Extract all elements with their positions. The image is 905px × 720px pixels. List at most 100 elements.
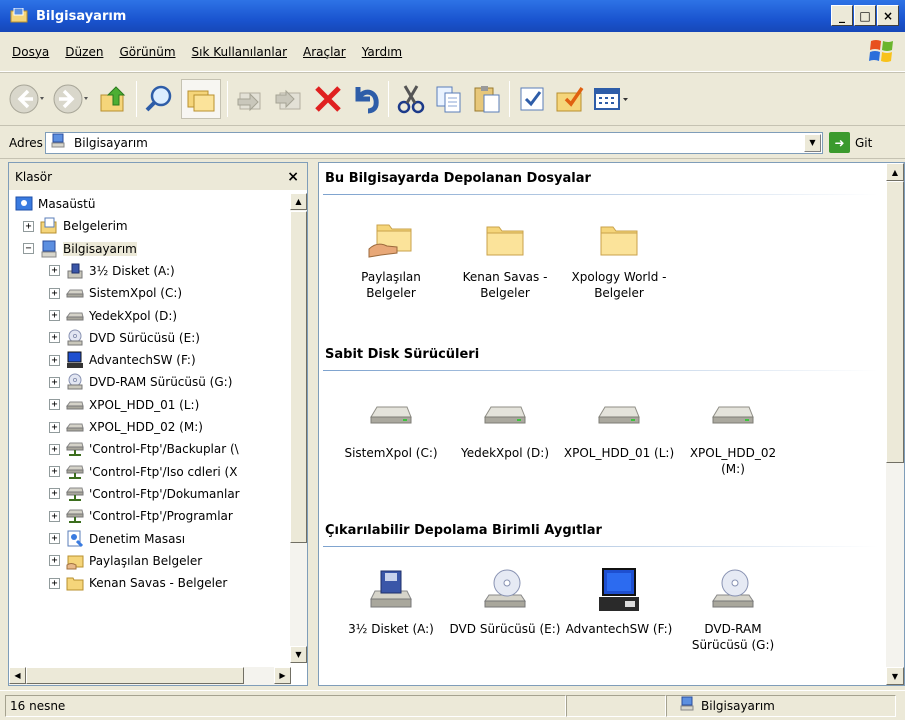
forward-button[interactable] [52, 79, 92, 119]
network-drive-icon [66, 463, 84, 481]
scroll-up-icon[interactable]: ▲ [290, 193, 307, 210]
maximize-button[interactable]: □ [854, 5, 876, 26]
cut-button[interactable] [395, 79, 427, 119]
tree-item-label: Bilgisayarım [63, 241, 137, 256]
content-item-label: DVD-RAM Sürücüsü (G:) [691, 622, 775, 652]
views-button[interactable] [592, 79, 632, 119]
expand-icon[interactable]: + [49, 332, 60, 344]
expand-icon[interactable]: + [49, 310, 60, 321]
expand-icon[interactable]: + [49, 287, 60, 299]
copy-to-button[interactable] [272, 79, 304, 119]
folder-options-button[interactable] [554, 79, 586, 119]
expand-icon[interactable]: + [23, 220, 34, 232]
delete-button[interactable] [312, 79, 344, 119]
menu-favorites[interactable]: Sık Kullanılanlar [184, 45, 295, 59]
undo-button[interactable] [350, 79, 382, 119]
scroll-left-icon[interactable]: ◀ [9, 667, 26, 684]
content-item[interactable]: DVD Sürücüsü (E:) [449, 567, 561, 637]
expand-icon[interactable]: + [49, 466, 60, 478]
collapse-icon[interactable]: − [23, 243, 34, 255]
content-item-label: Paylaşılan Belgeler [361, 270, 421, 300]
my-computer-icon [679, 696, 695, 715]
tree-item[interactable]: Masaüstü [15, 193, 95, 215]
tree-item[interactable]: + 'Control-Ftp'/Dokumanlar [49, 483, 240, 505]
paste-button[interactable] [471, 79, 503, 119]
content-item[interactable]: Kenan Savas - Belgeler [449, 215, 561, 301]
content-item[interactable]: 3½ Disket (A:) [335, 567, 447, 637]
tree-item[interactable]: + 'Control-Ftp'/Iso cdleri (X [49, 461, 237, 483]
tree-item[interactable]: + DVD Sürücüsü (E:) [49, 327, 200, 349]
forward-arrow-icon [52, 81, 92, 117]
expand-icon[interactable]: + [49, 488, 60, 500]
folder-tree-hscrollbar[interactable]: ◀ ▶ [9, 667, 291, 685]
scroll-right-icon[interactable]: ▶ [274, 667, 291, 684]
expand-icon[interactable]: + [49, 265, 60, 277]
menu-tools[interactable]: Araçlar [295, 45, 354, 59]
tree-item[interactable]: + Paylaşılan Belgeler [49, 550, 202, 572]
content-item[interactable]: Xpology World - Belgeler [563, 215, 675, 301]
tree-item[interactable]: + 'Control-Ftp'/Backuplar (\ [49, 438, 239, 460]
content-item[interactable]: SistemXpol (C:) [335, 391, 447, 461]
copy-button[interactable] [433, 79, 465, 119]
close-button[interactable]: × [877, 5, 899, 26]
content-item[interactable]: XPOL_HDD_02 (M:) [677, 391, 789, 477]
tree-item[interactable]: − Bilgisayarım [23, 238, 137, 260]
content-item[interactable]: XPOL_HDD_01 (L:) [563, 391, 675, 461]
folders-button[interactable] [181, 79, 221, 119]
address-input[interactable]: Bilgisayarım ▼ [45, 131, 823, 154]
status-location: Bilgisayarım [666, 694, 896, 717]
properties-button[interactable] [516, 79, 548, 119]
expand-icon[interactable]: + [49, 443, 60, 455]
tree-item[interactable]: + Belgelerim [23, 215, 128, 237]
expand-icon[interactable]: + [49, 533, 60, 544]
scroll-up-icon[interactable]: ▲ [886, 163, 904, 181]
search-button[interactable] [143, 79, 175, 119]
tree-item[interactable]: + DVD-RAM Sürücüsü (G:) [49, 371, 232, 393]
menu-help[interactable]: Yardım [354, 45, 410, 59]
toolbar-separator [509, 81, 510, 117]
scroll-down-icon[interactable]: ▼ [886, 667, 904, 685]
title-bar[interactable]: Bilgisayarım _ □ × [0, 0, 905, 32]
go-button[interactable]: ➜ Git [829, 132, 872, 153]
scroll-down-icon[interactable]: ▼ [290, 646, 307, 663]
tree-item[interactable]: + AdvantechSW (F:) [49, 349, 196, 371]
tree-item[interactable]: + Kenan Savas - Belgeler [49, 572, 227, 594]
tree-item[interactable]: + XPOL_HDD_01 (L:) [49, 394, 199, 416]
content-vscrollbar[interactable]: ▲ ▼ [886, 163, 904, 685]
pane-splitter[interactable] [308, 162, 318, 686]
content-item[interactable]: DVD-RAM Sürücüsü (G:) [677, 567, 789, 653]
tree-item[interactable]: + SistemXpol (C:) [49, 282, 182, 304]
hscroll-thumb[interactable] [26, 667, 244, 684]
status-count-text: 16 nesne [10, 698, 66, 713]
tree-item[interactable]: +3½ Disket (A:) [49, 260, 175, 282]
up-folder-button[interactable] [98, 79, 130, 119]
expand-icon[interactable]: + [49, 421, 60, 433]
content-item[interactable]: Paylaşılan Belgeler [335, 215, 447, 301]
close-icon[interactable]: × [287, 169, 299, 185]
expand-icon[interactable]: + [49, 577, 60, 589]
content-item-label: Xpology World - Belgeler [571, 270, 667, 300]
menu-edit[interactable]: Düzen [57, 45, 111, 59]
tree-item[interactable]: + 'Control-Ftp'/Programlar [49, 505, 233, 527]
minimize-button[interactable]: _ [831, 5, 853, 26]
expand-icon[interactable]: + [49, 354, 60, 366]
expand-icon[interactable]: + [49, 555, 60, 567]
go-label: Git [855, 135, 873, 150]
tree-item[interactable]: + XPOL_HDD_02 (M:) [49, 416, 203, 438]
folder-tree-vscrollbar[interactable]: ▲ ▼ [290, 193, 307, 663]
back-button[interactable] [8, 79, 48, 119]
scroll-thumb[interactable] [886, 181, 904, 463]
menu-file[interactable]: Dosya [0, 45, 57, 59]
tree-item[interactable]: + Denetim Masası [49, 528, 185, 550]
expand-icon[interactable]: + [49, 399, 60, 411]
content-item[interactable]: AdvantechSW (F:) [563, 567, 675, 637]
expand-icon[interactable]: + [49, 510, 60, 522]
tree-item[interactable]: + YedekXpol (D:) [49, 305, 177, 327]
menu-view[interactable]: Görünüm [111, 45, 183, 59]
tree-item-label: Denetim Masası [89, 531, 186, 546]
expand-icon[interactable]: + [49, 376, 60, 388]
move-to-button[interactable] [234, 79, 266, 119]
chevron-down-icon[interactable]: ▼ [804, 133, 821, 152]
scroll-thumb[interactable] [290, 211, 307, 543]
content-item[interactable]: YedekXpol (D:) [449, 391, 561, 461]
